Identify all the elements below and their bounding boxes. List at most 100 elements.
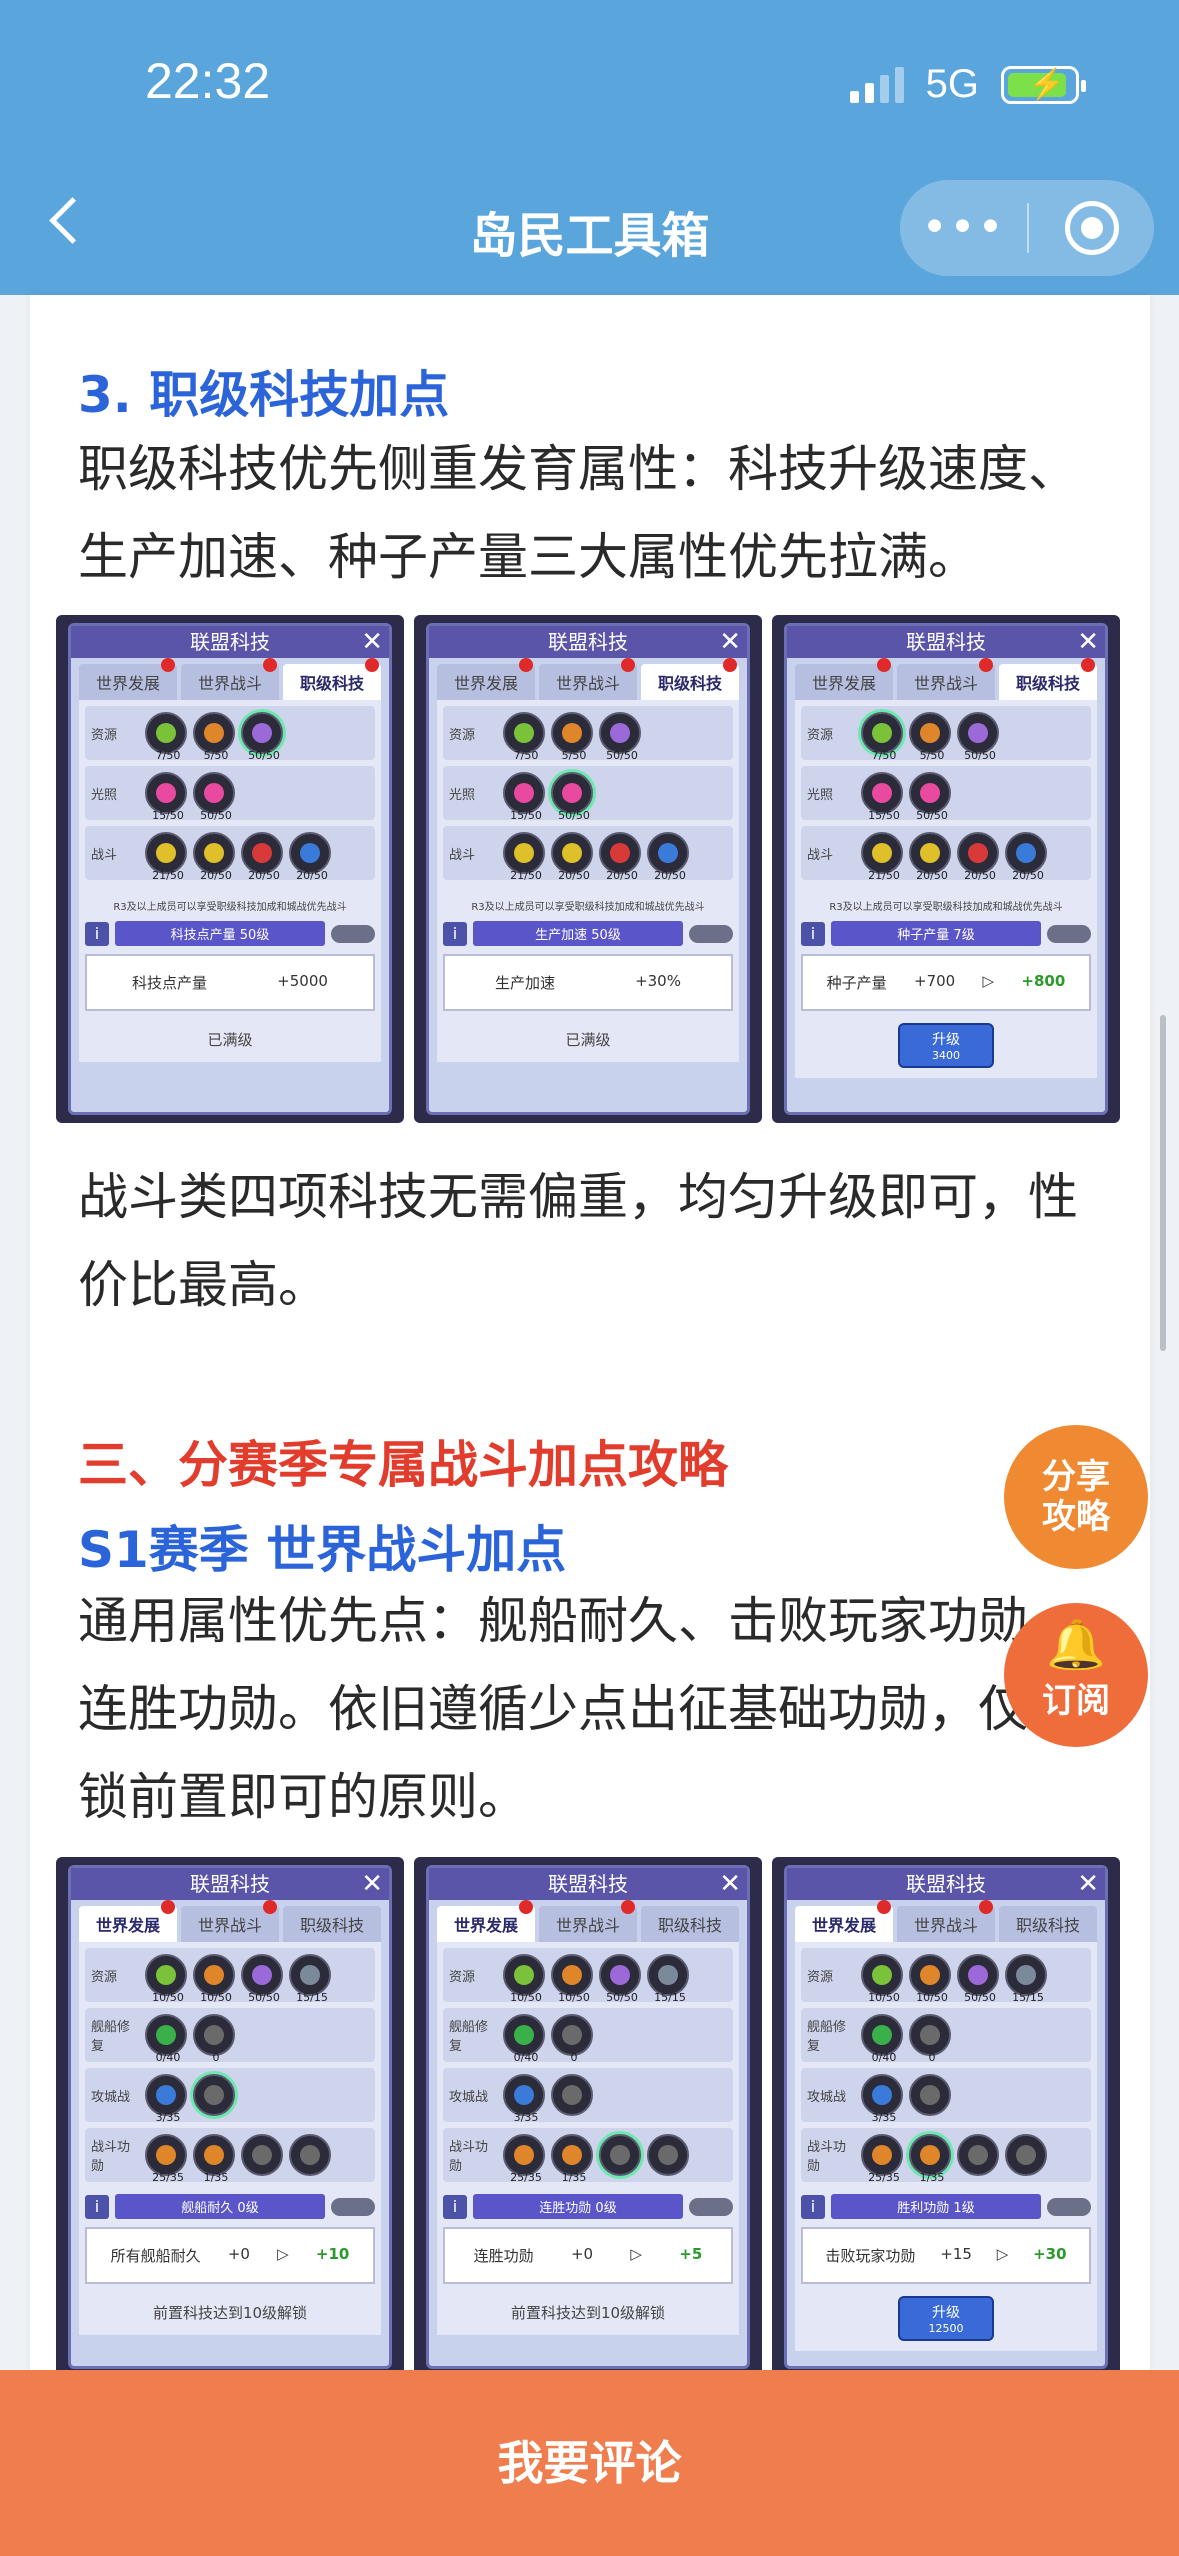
share-label-1: 分享 bbox=[1042, 1457, 1110, 1497]
lightning-icon: 15/50 bbox=[145, 772, 187, 822]
share-guide-button[interactable]: 分享 攻略 bbox=[1004, 1425, 1148, 1569]
paragraph-battle-1: 战斗类四项科技无需偏重，均匀升级即可，性 bbox=[78, 1168, 1078, 1226]
tech-icon: 50/50 bbox=[957, 1954, 999, 2004]
shield-icon bbox=[909, 2074, 951, 2116]
medal-icon: 25/35 bbox=[145, 2134, 187, 2184]
leaf-icon: 7/50 bbox=[503, 712, 545, 762]
tab-world-dev: 世界发展 bbox=[795, 1900, 893, 1942]
sword-icon: 20/50 bbox=[957, 832, 999, 882]
ship-icon: 15/15 bbox=[1005, 1954, 1047, 2004]
medal-icon: 1/35 bbox=[551, 2134, 593, 2184]
sword-icon: 20/50 bbox=[289, 832, 331, 882]
medal-icon bbox=[241, 2134, 283, 2176]
close-icon: ✕ bbox=[361, 627, 383, 657]
leaf-icon: 10/50 bbox=[145, 1954, 187, 2004]
leaf-icon: 7/50 bbox=[861, 712, 903, 762]
sword-icon: 20/50 bbox=[599, 832, 641, 882]
tab-world-battle: 世界战斗 bbox=[897, 1900, 995, 1942]
tab-rank-tech: 职级科技 bbox=[641, 658, 739, 700]
toggle-icon bbox=[331, 2197, 375, 2216]
shield-icon: 0/40 bbox=[503, 2014, 545, 2064]
paragraph-rank-1: 职级科技优先侧重发育属性：科技升级速度、 bbox=[78, 440, 1078, 498]
crate-icon: 10/50 bbox=[551, 1954, 593, 2004]
leaf-icon: 7/50 bbox=[145, 712, 187, 762]
section-heading-season: 三、分赛季专属战斗加点攻略 bbox=[78, 1436, 728, 1494]
upgrade-button: 升级 12500 bbox=[898, 2296, 994, 2341]
pvp-icon: 20/50 bbox=[909, 832, 951, 882]
tech-icon: 50/50 bbox=[241, 1954, 283, 2004]
leaf-icon: 10/50 bbox=[503, 1954, 545, 2004]
tab-world-battle: 世界战斗 bbox=[539, 1900, 637, 1942]
pvp-icon: 20/50 bbox=[193, 832, 235, 882]
scrollbar[interactable] bbox=[1160, 1015, 1166, 1351]
tab-world-battle: 世界战斗 bbox=[181, 1900, 279, 1942]
game-panel-5: 联盟科技 ✕ 世界发展 世界战斗 职级科技 资源 10/50 10/50 50/5… bbox=[414, 1857, 762, 2377]
app-header: 22:32 5G ⚡ 岛民工具箱 ••• bbox=[0, 0, 1179, 295]
leaf-icon: 10/50 bbox=[861, 1954, 903, 2004]
game-panel-1: 联盟科技 ✕ 世界发展 世界战斗 职级科技 资源 7/50 5/50 50/50 … bbox=[56, 615, 404, 1123]
article-content: 3. 职级科技加点 职级科技优先侧重发育属性：科技升级速度、 生产加速、种子产量… bbox=[30, 295, 1150, 2377]
tab-rank-tech: 职级科技 bbox=[283, 658, 381, 700]
game-panel-6: 联盟科技 ✕ 世界发展 世界战斗 职级科技 资源 10/50 10/50 50/5… bbox=[772, 1857, 1120, 2377]
tab-world-dev: 世界发展 bbox=[437, 1900, 535, 1942]
tab-rank-tech: 职级科技 bbox=[641, 1906, 739, 1942]
panel-title: 联盟科技 bbox=[190, 630, 270, 654]
signal-icon bbox=[849, 66, 904, 103]
comment-button[interactable]: 我要评论 bbox=[0, 2370, 1179, 2556]
upgrade-button: 升级 3400 bbox=[898, 1023, 994, 1068]
section-heading-s1: S1赛季 世界战斗加点 bbox=[78, 1521, 567, 1579]
sword-icon: 20/50 bbox=[647, 832, 689, 882]
shield-icon: 0 bbox=[551, 2014, 593, 2064]
subscribe-label: 订阅 bbox=[1042, 1681, 1110, 1721]
bell-icon: 🔔 bbox=[1046, 1617, 1106, 1673]
close-icon: ✕ bbox=[1077, 627, 1099, 657]
tab-world-battle: 世界战斗 bbox=[539, 658, 637, 700]
toggle-icon bbox=[1047, 2197, 1091, 2216]
medal-icon bbox=[1005, 2134, 1047, 2176]
crate-icon: 5/50 bbox=[193, 712, 235, 762]
network-label: 5G bbox=[925, 62, 979, 106]
tab-world-dev: 世界发展 bbox=[79, 1900, 177, 1942]
shield-icon bbox=[193, 2074, 235, 2116]
screenshot-row-s1: 联盟科技 ✕ 世界发展 世界战斗 职级科技 资源 10/50 10/50 50/5… bbox=[56, 1857, 1120, 2377]
screenshot-row-rank: 联盟科技 ✕ 世界发展 世界战斗 职级科技 资源 7/50 5/50 50/50 … bbox=[56, 615, 1120, 1123]
game-panel-3: 联盟科技 ✕ 世界发展 世界战斗 职级科技 资源 7/50 5/50 50/50 … bbox=[772, 615, 1120, 1123]
crate-icon: 5/50 bbox=[551, 712, 593, 762]
paragraph-s1-2: 连胜功勋。依旧遵循少点出征基础功勋，仅 bbox=[78, 1680, 1028, 1738]
medal-icon: 25/35 bbox=[861, 2134, 903, 2184]
toggle-icon bbox=[689, 924, 733, 943]
pvp-icon: 21/50 bbox=[503, 832, 545, 882]
subscribe-button[interactable]: 🔔 订阅 bbox=[1004, 1603, 1148, 1747]
sword-icon: 20/50 bbox=[241, 832, 283, 882]
tab-world-dev: 世界发展 bbox=[437, 658, 535, 700]
tab-world-battle: 世界战斗 bbox=[181, 658, 279, 700]
close-icon: ✕ bbox=[361, 1869, 383, 1899]
medal-icon: 1/35 bbox=[193, 2134, 235, 2184]
miniapp-capsule: ••• bbox=[900, 180, 1154, 276]
shield-icon: 0 bbox=[909, 2014, 951, 2064]
sword-icon: 20/50 bbox=[1005, 832, 1047, 882]
game-panel-2: 联盟科技 ✕ 世界发展 世界战斗 职级科技 资源 7/50 5/50 50/50 … bbox=[414, 615, 762, 1123]
status-icons: 5G ⚡ bbox=[849, 62, 1086, 107]
arm-icon: 3/35 bbox=[861, 2074, 903, 2124]
tab-world-dev: 世界发展 bbox=[795, 658, 893, 700]
share-label-2: 攻略 bbox=[1042, 1497, 1110, 1537]
toggle-icon bbox=[689, 2197, 733, 2216]
toggle-icon bbox=[331, 924, 375, 943]
ship-icon: 15/15 bbox=[647, 1954, 689, 2004]
tab-world-battle: 世界战斗 bbox=[897, 658, 995, 700]
shield-icon: 0/40 bbox=[145, 2014, 187, 2064]
lightning-icon: 15/50 bbox=[861, 772, 903, 822]
more-menu-button[interactable]: ••• bbox=[900, 206, 1027, 250]
lightning-icon: 15/50 bbox=[503, 772, 545, 822]
tab-rank-tech: 职级科技 bbox=[999, 1906, 1097, 1942]
tech-icon: 50/50 bbox=[599, 1954, 641, 2004]
tab-rank-tech: 职级科技 bbox=[283, 1906, 381, 1942]
close-miniapp-button[interactable] bbox=[1029, 201, 1154, 255]
medal-icon bbox=[957, 2134, 999, 2176]
shield-icon: 0/40 bbox=[861, 2014, 903, 2064]
tech-icon: 50/50 bbox=[957, 712, 999, 762]
medal-icon: 1/35 bbox=[909, 2134, 951, 2184]
tab-world-dev: 世界发展 bbox=[79, 658, 177, 700]
close-icon: ✕ bbox=[1077, 1869, 1099, 1899]
